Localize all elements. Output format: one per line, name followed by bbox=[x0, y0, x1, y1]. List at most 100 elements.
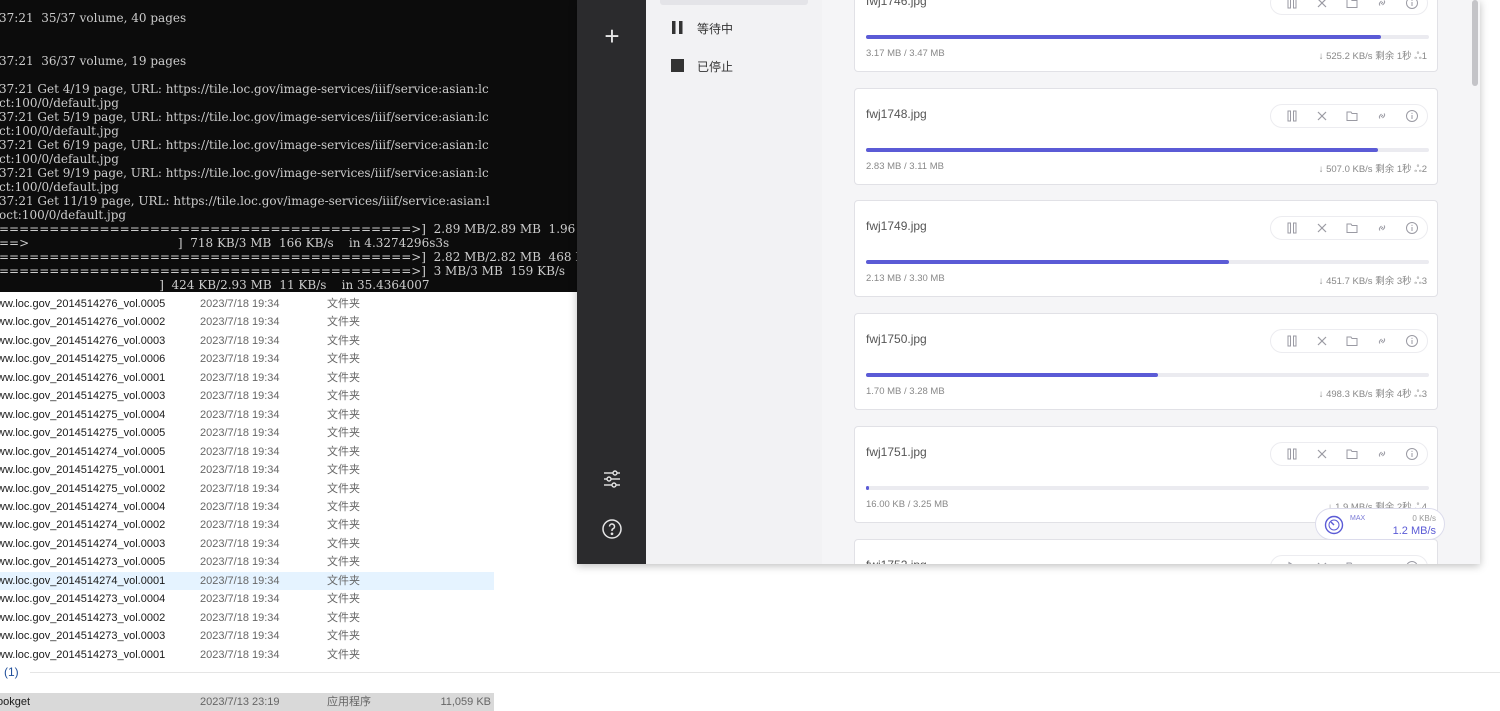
file-name: ww.loc.gov_2014514275_vol.0003 bbox=[0, 390, 166, 403]
file-type: 文件夹 bbox=[327, 482, 360, 495]
progress-bar bbox=[866, 485, 1429, 490]
folder-icon[interactable] bbox=[1345, 0, 1359, 10]
app-sidebar: + bbox=[577, 0, 646, 564]
file-row-app[interactable]: ookget 2023/7/13 23:19 应用程序 11,059 KB bbox=[0, 693, 494, 711]
file-date: 2023/7/18 19:34 bbox=[200, 574, 280, 587]
file-type: 文件夹 bbox=[327, 371, 360, 384]
link-icon[interactable] bbox=[1375, 447, 1389, 461]
task-card[interactable]: fwj1746.jpg 3.17 MB / 3.47 MB ↓ 525.2 KB/s… bbox=[854, 0, 1438, 72]
file-row[interactable]: ww.loc.gov_2014514273_vol.0004 2023/7/18 … bbox=[0, 590, 494, 608]
task-filename: fwj1749.jpg bbox=[866, 219, 927, 234]
close-icon[interactable] bbox=[1315, 0, 1329, 10]
task-card[interactable]: fwj1750.jpg 1.70 MB / 3.28 MB ↓ 498.3 KB/s… bbox=[854, 313, 1438, 411]
file-row[interactable]: ww.loc.gov_2014514274_vol.0001 2023/7/18 … bbox=[0, 571, 494, 590]
task-card[interactable]: fwj1749.jpg 2.13 MB / 3.30 MB ↓ 451.7 KB/s… bbox=[854, 200, 1438, 298]
file-date: 2023/7/18 19:34 bbox=[200, 334, 280, 347]
file-row[interactable]: ww.loc.gov_2014514276_vol.0005 2023/7/18 … bbox=[0, 295, 494, 313]
close-icon[interactable] bbox=[1315, 221, 1329, 235]
speed-widget[interactable]: MAX 0 KB/s 1.2 MB/s bbox=[1315, 508, 1445, 540]
link-icon[interactable] bbox=[1375, 221, 1389, 235]
file-row[interactable]: ww.loc.gov_2014514276_vol.0003 2023/7/18 … bbox=[0, 332, 494, 350]
info-icon[interactable] bbox=[1405, 560, 1419, 565]
file-row[interactable]: ww.loc.gov_2014514273_vol.0003 2023/7/18 … bbox=[0, 627, 494, 645]
file-name: ww.loc.gov_2014514273_vol.0001 bbox=[0, 648, 166, 661]
file-row[interactable]: ww.loc.gov_2014514273_vol.0005 2023/7/18 … bbox=[0, 553, 494, 571]
file-date: 2023/7/18 19:34 bbox=[200, 519, 280, 532]
settings-sliders-icon[interactable] bbox=[600, 467, 624, 491]
link-icon[interactable] bbox=[1375, 109, 1389, 123]
file-type: 文件夹 bbox=[327, 353, 360, 366]
terminal-line: ct:100/0/default.jpg bbox=[0, 124, 119, 138]
help-icon[interactable] bbox=[600, 517, 624, 541]
plus-icon[interactable]: + bbox=[600, 23, 624, 49]
pause-icon[interactable] bbox=[1285, 221, 1299, 235]
file-row[interactable]: ww.loc.gov_2014514274_vol.0004 2023/7/18 … bbox=[0, 498, 494, 516]
terminal-line: 37:21 35/37 volume, 40 pages bbox=[0, 11, 187, 25]
link-icon[interactable] bbox=[1375, 0, 1389, 10]
file-date: 2023/7/18 19:34 bbox=[200, 611, 280, 624]
file-type: 文件夹 bbox=[327, 519, 360, 532]
task-list[interactable]: fwj1746.jpg 3.17 MB / 3.47 MB ↓ 525.2 KB/s… bbox=[822, 0, 1480, 564]
folder-icon[interactable] bbox=[1345, 334, 1359, 348]
info-icon[interactable] bbox=[1405, 221, 1419, 235]
task-size: 1.70 MB / 3.28 MB bbox=[866, 386, 945, 398]
file-row[interactable]: ww.loc.gov_2014514275_vol.0005 2023/7/18 … bbox=[0, 424, 494, 442]
terminal-line: 37:21 Get 9/19 page, URL: https://tile.l… bbox=[0, 166, 489, 180]
info-icon[interactable] bbox=[1405, 0, 1419, 10]
stop-icon bbox=[671, 59, 684, 72]
file-name: ww.loc.gov_2014514276_vol.0005 bbox=[0, 298, 166, 310]
scrollbar[interactable] bbox=[1472, 0, 1478, 86]
file-name: ww.loc.gov_2014514275_vol.0004 bbox=[0, 408, 166, 421]
file-name: ww.loc.gov_2014514276_vol.0003 bbox=[0, 334, 166, 347]
file-row[interactable]: ww.loc.gov_2014514275_vol.0001 2023/7/18 … bbox=[0, 461, 494, 479]
close-icon[interactable] bbox=[1315, 447, 1329, 461]
file-row[interactable]: ww.loc.gov_2014514276_vol.0001 2023/7/18 … bbox=[0, 369, 494, 387]
info-icon[interactable] bbox=[1405, 109, 1419, 123]
pause-icon[interactable] bbox=[1285, 447, 1299, 461]
file-type: 文件夹 bbox=[327, 427, 360, 440]
file-row[interactable]: ww.loc.gov_2014514276_vol.0002 2023/7/18 … bbox=[0, 313, 494, 331]
terminal-line: ct:100/0/default.jpg bbox=[0, 96, 119, 110]
close-icon[interactable] bbox=[1315, 109, 1329, 123]
file-date: 2023/7/18 19:34 bbox=[200, 371, 280, 384]
pause-icon[interactable] bbox=[1285, 0, 1299, 10]
terminal-window[interactable]: 37:21 35/37 volume, 40 pages 37:21 36/37… bbox=[0, 0, 580, 292]
file-row[interactable]: ww.loc.gov_2014514273_vol.0001 2023/7/18 … bbox=[0, 646, 494, 664]
nav-item-active[interactable] bbox=[660, 0, 808, 5]
info-icon[interactable] bbox=[1405, 334, 1419, 348]
link-icon[interactable] bbox=[1375, 560, 1389, 565]
nav-item-label: 已停止 bbox=[697, 60, 734, 74]
progress-fill bbox=[866, 373, 1158, 378]
file-row[interactable]: ww.loc.gov_2014514275_vol.0006 2023/7/18 … bbox=[0, 350, 494, 368]
task-size: 3.17 MB / 3.47 MB bbox=[866, 48, 945, 59]
terminal-line: ========================================… bbox=[0, 264, 566, 278]
folder-icon[interactable] bbox=[1345, 560, 1359, 565]
info-icon[interactable] bbox=[1405, 447, 1419, 461]
file-row[interactable]: ww.loc.gov_2014514275_vol.0004 2023/7/18 … bbox=[0, 406, 494, 424]
link-icon[interactable] bbox=[1375, 334, 1389, 348]
task-card[interactable]: fwj1752.jpg bbox=[854, 538, 1438, 565]
task-card[interactable]: fwj1748.jpg 2.83 MB / 3.11 MB ↓ 507.0 KB/s… bbox=[854, 87, 1438, 185]
play-icon[interactable] bbox=[1285, 560, 1299, 565]
file-row[interactable]: ww.loc.gov_2014514273_vol.0002 2023/7/18 … bbox=[0, 609, 494, 627]
pause-icon[interactable] bbox=[1285, 334, 1299, 348]
folder-icon[interactable] bbox=[1345, 221, 1359, 235]
group-header[interactable]: (1) bbox=[0, 663, 1500, 681]
terminal-line: 37:21 Get 6/19 page, URL: https://tile.l… bbox=[0, 138, 489, 152]
file-row[interactable]: ww.loc.gov_2014514274_vol.0003 2023/7/18 … bbox=[0, 535, 494, 553]
file-type: 文件夹 bbox=[327, 593, 360, 606]
progress-bar bbox=[866, 147, 1429, 152]
close-icon[interactable] bbox=[1315, 334, 1329, 348]
folder-icon[interactable] bbox=[1345, 447, 1359, 461]
close-icon[interactable] bbox=[1315, 560, 1329, 565]
file-row[interactable]: ww.loc.gov_2014514274_vol.0002 2023/7/18 … bbox=[0, 516, 494, 534]
file-name: ww.loc.gov_2014514276_vol.0001 bbox=[0, 371, 166, 384]
file-row[interactable]: ww.loc.gov_2014514275_vol.0002 2023/7/18 … bbox=[0, 480, 494, 498]
file-date: 2023/7/18 19:34 bbox=[200, 408, 280, 421]
file-date: 2023/7/18 19:34 bbox=[200, 427, 280, 440]
file-row[interactable]: ww.loc.gov_2014514274_vol.0005 2023/7/18 … bbox=[0, 443, 494, 461]
file-row[interactable]: ww.loc.gov_2014514275_vol.0003 2023/7/18 … bbox=[0, 387, 494, 405]
file-type: 文件夹 bbox=[327, 500, 360, 513]
folder-icon[interactable] bbox=[1345, 109, 1359, 123]
pause-icon[interactable] bbox=[1285, 109, 1299, 123]
